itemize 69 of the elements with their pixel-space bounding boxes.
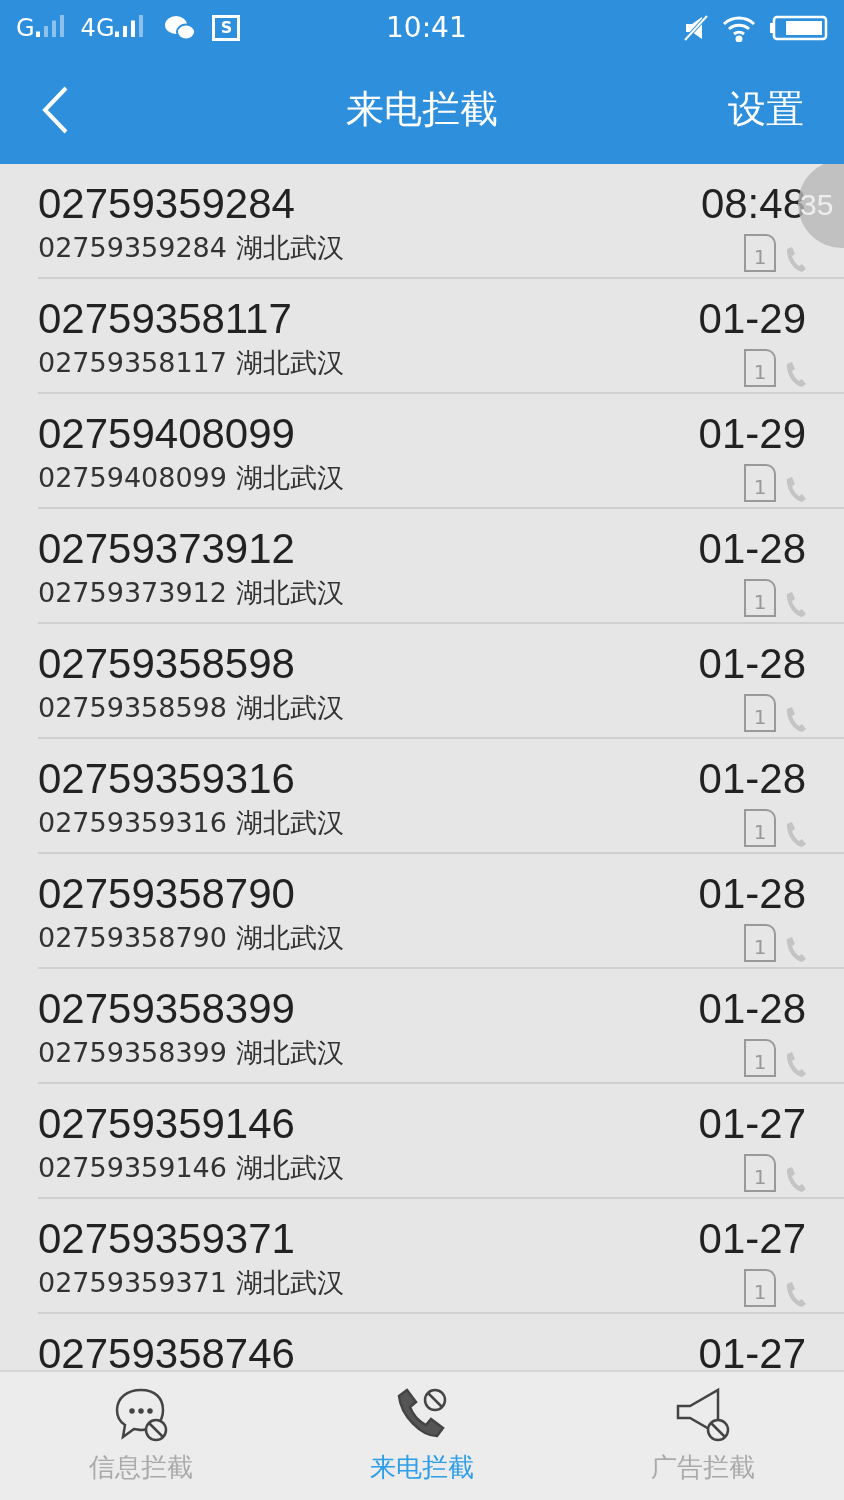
phone-icon [784,1281,806,1307]
phone-number: 02759408099 [38,412,296,456]
call-row[interactable]: 02759358399 02759358399 湖北武汉 01-28 1 [38,969,844,1084]
call-row[interactable]: 02759373912 02759373912 湖北武汉 01-28 1 [38,509,844,624]
sim-card-icon: 1 [744,1039,776,1077]
clock: 10:41 [386,9,467,46]
phone-icon [784,1166,806,1192]
call-time: 01-27 [698,1217,806,1261]
call-time: 01-27 [698,1332,806,1370]
caller-location: 02759358790 湖北武汉 [38,921,344,955]
chat-icon [164,13,197,42]
call-time: 01-28 [698,642,806,686]
sim-card-icon: 1 [744,924,776,962]
sim-card-icon: 1 [744,809,776,847]
call-row[interactable]: 02759358117 02759358117 湖北武汉 01-29 1 [38,279,844,394]
phone-icon [784,476,806,502]
call-time: 01-28 [698,757,806,801]
call-time: 01-27 [698,1102,806,1146]
phone-number: 02759359316 [38,757,296,801]
caller-location: 02759359371 湖北武汉 [38,1266,344,1300]
phone-icon [784,1051,806,1077]
sim-card-icon: 1 [744,1154,776,1192]
sim-card-icon: 1 [744,694,776,732]
sim-card-icon: 1 [744,1269,776,1307]
call-time: 01-28 [698,527,806,571]
call-row[interactable]: 02759359316 02759359316 湖北武汉 01-28 1 [38,739,844,854]
phone-number: 02759358790 [38,872,296,916]
phone-number: 02759373912 [38,527,296,571]
caller-location: 02759358117 湖北武汉 [38,346,344,380]
call-time: 01-28 [698,987,806,1031]
phone-icon [784,361,806,387]
phone-number: 02759359371 [38,1217,296,1261]
phone-number: 02759359284 [38,182,296,226]
call-time: 01-29 [698,412,806,456]
phone-icon [784,591,806,617]
caller-location: 02759373912 湖北武汉 [38,576,344,610]
call-row[interactable]: 02759359146 02759359146 湖北武汉 01-27 1 [38,1084,844,1199]
sim-card-icon: 1 [744,464,776,502]
sim-card-icon: 1 [744,349,776,387]
call-time: 01-29 [698,297,806,341]
phone-icon [784,936,806,962]
caller-location: 02759359146 湖北武汉 [38,1151,344,1185]
caller-location: 02759359316 湖北武汉 [38,806,344,840]
battery-icon [768,14,828,41]
back-icon[interactable] [40,84,70,135]
call-row[interactable]: 02759358598 02759358598 湖北武汉 01-28 1 [38,624,844,739]
network-label: G [16,12,35,44]
phone-number: 02759358598 [38,642,296,686]
screenshot-notification: S [212,14,241,41]
network-label: 4G [80,12,115,44]
call-row[interactable]: 02759408099 02759408099 湖北武汉 01-29 1 [38,394,844,509]
phone-icon [784,246,806,272]
phone-number: 02759359146 [38,1102,296,1146]
caller-location: 02759358399 湖北武汉 [38,1036,344,1070]
phone-icon [784,706,806,732]
mute-icon [682,13,710,42]
phone-number: 02759358399 [38,987,296,1031]
call-time: 01-28 [698,872,806,916]
page-title: 来电拦截 [346,86,498,133]
caller-location: 02759359284 湖北武汉 [38,231,344,265]
sim-card-icon: 1 [744,234,776,272]
phone-number: 02759358746 [38,1332,295,1370]
phone-number: 02759358117 [38,297,293,341]
sim-card-icon: 1 [744,579,776,617]
caller-location: 02759358598 湖北武汉 [38,691,344,725]
call-row[interactable]: 02759358790 02759358790 湖北武汉 01-28 1 [38,854,844,969]
caller-location: 02759408099 湖北武汉 [38,461,344,495]
call-row[interactable]: 02759359371 02759359371 湖北武汉 01-27 1 [38,1199,844,1314]
phone-icon [784,821,806,847]
